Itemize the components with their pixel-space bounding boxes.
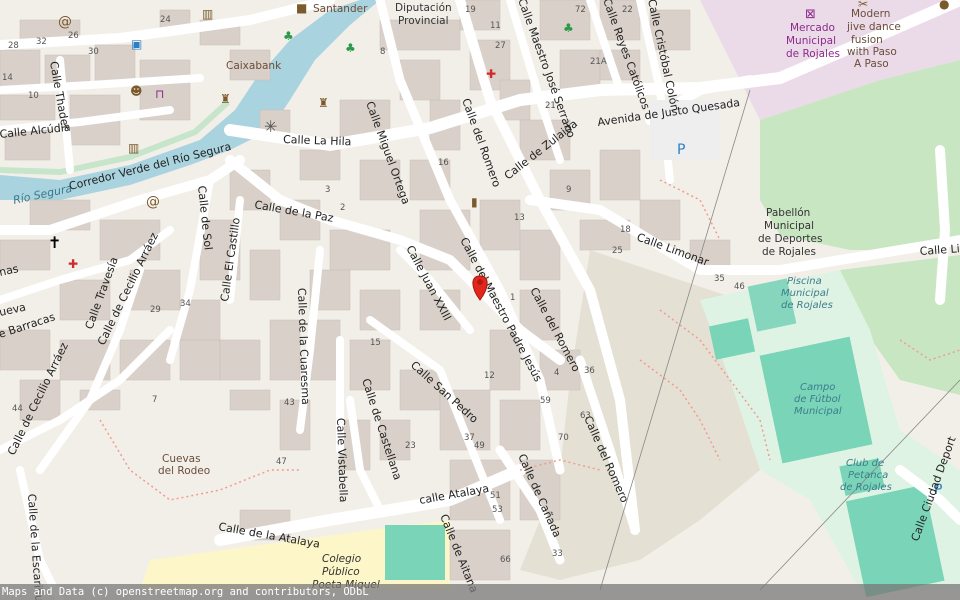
house-number: 72 [575,5,586,15]
house-number: 8 [380,47,385,57]
bank-icon[interactable]: ■ [296,1,307,15]
house-number: 26 [68,31,79,41]
house-number: 23 [405,441,416,451]
internet-cafe-icon[interactable]: @ [58,14,72,30]
house-number: 63 [580,411,591,421]
house-number: 44 [12,404,23,414]
market-icon[interactable]: ⊠ [805,7,816,22]
house-number: 32 [36,37,47,47]
street-label-calle-lim: Calle Lim [919,241,960,258]
park-icon[interactable]: ♣ [345,41,356,55]
theatre-mask-icon[interactable]: ☻ [130,84,143,98]
house-number: 7 [152,395,157,405]
school-court [385,525,445,580]
house-number: 29 [150,305,161,315]
house-number: 51 [490,491,501,501]
house-number: 24 [160,15,171,25]
house-number: 47 [276,457,287,467]
attribution-bar: Maps and Data (c) openstreetmap.org and … [0,584,960,600]
house-number: 70 [558,433,569,443]
house-number: 2 [340,203,345,213]
house-number: 27 [495,41,506,51]
house-number: 11 [490,21,501,31]
museum-icon[interactable]: ♜ [220,92,231,106]
library-icon[interactable]: ▥ [202,7,213,21]
house-number: 4 [554,368,559,378]
attribution-text: Maps and Data (c) openstreetmap.org and … [2,586,369,598]
bus-stop-icon[interactable]: ▣ [131,37,142,51]
poi-cuevas-rodeo-label: Cuevas del Rodeo [158,453,210,477]
parking-icon: P [677,142,685,158]
house-number: 15 [370,338,381,348]
viewpoint-icon[interactable]: ✳ [264,117,277,136]
house-number: 3 [325,185,330,195]
house-number: 14 [2,73,13,83]
house-number: 46 [734,282,745,292]
poi-caixabank-label: Caixabank [226,60,282,72]
pharmacy-icon[interactable]: ✚ [486,67,496,81]
library-icon[interactable]: ▮ [471,195,478,209]
house-number: 16 [438,158,449,168]
house-number: 21A [590,57,607,67]
park-icon[interactable]: ♣ [563,21,574,35]
map-canvas[interactable]: P P Calle Thader Calle Alcúdia Río Segur… [0,0,960,600]
map-view[interactable]: P P Calle Thader Calle Alcúdia Río Segur… [0,0,960,600]
poi-campo-futbol-label: Campo de Fútbol Municipal [794,382,844,417]
internet-cafe-icon[interactable]: @ [146,194,160,210]
house-number: 59 [540,396,551,406]
house-number: 34 [180,299,191,309]
pharmacy-icon[interactable]: ✚ [68,257,78,271]
house-number: 22 [622,5,633,15]
house-number: 36 [584,366,595,376]
house-number: 1 [510,293,515,303]
poi-club-petanca-label: Club de Petanca de Rojales [840,458,892,493]
shop-icon[interactable]: ● [939,0,949,11]
house-number: 33 [552,549,563,559]
house-number: 18 [620,225,631,235]
house-number: 35 [714,274,725,284]
theatre-icon[interactable]: ⊓ [155,87,164,101]
poi-diputacion-label: Diputación Provincial [395,2,455,27]
bank-icon[interactable]: ▥ [128,141,139,155]
park-icon[interactable]: ♣ [283,29,294,43]
house-number: 19 [465,5,476,15]
house-number: 12 [484,371,495,381]
house-number: 21 [545,101,556,111]
house-number: 10 [28,91,39,101]
house-number: 25 [612,246,623,256]
house-number: 30 [88,47,99,57]
dance-icon[interactable]: ✂ [858,0,868,11]
house-number: 49 [474,441,485,451]
house-number: 43 [284,398,295,408]
poi-santander-label: Santander [313,3,368,15]
house-number: 28 [8,41,19,51]
house-number: 9 [566,185,571,195]
house-number: 66 [500,555,511,565]
street-label-calle-la-hila: Calle La Hila [283,133,352,148]
museum-icon[interactable]: ♜ [318,96,329,110]
house-number: 13 [514,213,525,223]
house-number: 53 [492,505,503,515]
poi-mercado-label: Mercado Municipal de Rojales [786,22,840,60]
church-icon[interactable]: ✝ [48,233,61,252]
